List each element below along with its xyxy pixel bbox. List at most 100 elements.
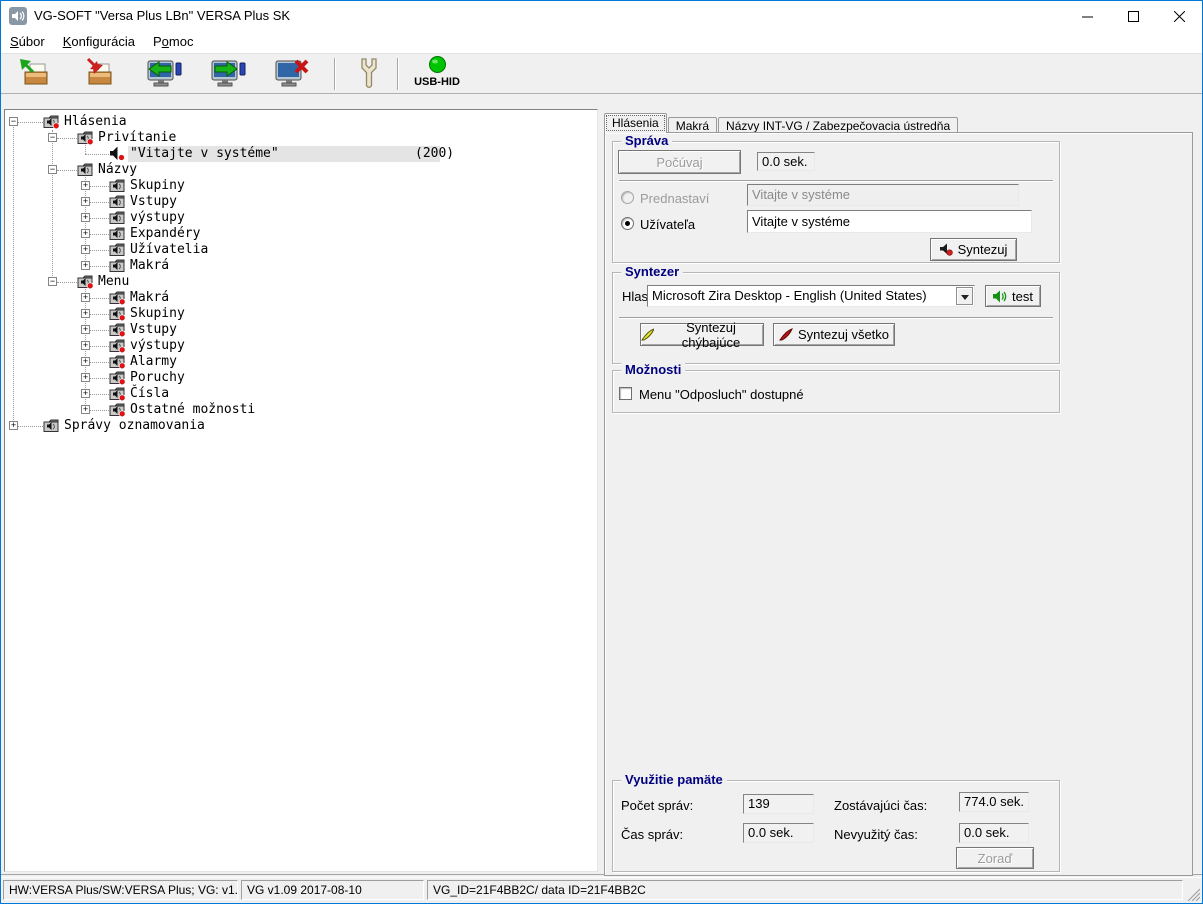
tree-item-n-zvy[interactable]: −Názvy bbox=[5, 162, 597, 178]
usb-hid-label: USB-HID bbox=[405, 76, 469, 88]
tree-connector-line bbox=[90, 266, 109, 267]
tree-item-menu[interactable]: − Menu bbox=[5, 274, 597, 290]
tree-item-priv-tanie[interactable]: −Privítanie bbox=[5, 130, 597, 146]
tree-item-label: Ostatné možnosti bbox=[130, 402, 255, 418]
tree-expand-minus[interactable]: − bbox=[48, 277, 57, 286]
tree-item-makr[interactable]: + Makrá bbox=[5, 258, 597, 274]
tree-item-label: Hlásenia bbox=[64, 114, 127, 130]
tree-expand-plus[interactable]: + bbox=[81, 357, 90, 366]
tree-item-vitajte-v-syst-me[interactable]: "Vitajte v systéme"(200) bbox=[5, 146, 597, 162]
group-syntezer-title: Syntezer bbox=[621, 265, 683, 279]
remaining-value: 774.0 sek. bbox=[959, 792, 1029, 812]
feather-yellow-icon bbox=[641, 328, 654, 341]
tree-item-skupiny[interactable]: +Skupiny bbox=[5, 306, 597, 322]
folder-speaker-red-icon bbox=[109, 370, 126, 385]
tree-item-makr[interactable]: + Makrá bbox=[5, 290, 597, 306]
tab-2[interactable]: Makrá bbox=[668, 117, 717, 133]
menu-item-súbor[interactable]: Súbor bbox=[2, 31, 53, 49]
open-file-icon[interactable] bbox=[18, 57, 52, 91]
synthesize-button[interactable]: Syntezuj bbox=[930, 238, 1017, 261]
tree-expand-plus[interactable]: + bbox=[81, 293, 90, 302]
tree-expand-plus[interactable]: + bbox=[81, 181, 90, 190]
close-button[interactable] bbox=[1156, 1, 1202, 31]
folder-speaker-red-icon bbox=[109, 402, 126, 417]
feather-red-icon bbox=[779, 328, 793, 341]
tree-item-label: Poruchy bbox=[130, 370, 185, 386]
tree-item-alarmy[interactable]: +Alarmy bbox=[5, 354, 597, 370]
folder-speaker-icon bbox=[43, 418, 60, 433]
disconnect-device-icon[interactable] bbox=[274, 57, 308, 91]
chevron-down-icon[interactable] bbox=[956, 287, 973, 305]
tree-item-label: Expandéry bbox=[130, 226, 200, 242]
menu-item-konfigurácia[interactable]: Konfigurácia bbox=[55, 31, 143, 49]
tree-expand-plus[interactable]: + bbox=[81, 197, 90, 206]
synthesize-all-button[interactable]: Syntezuj všetko bbox=[773, 323, 895, 346]
tree-connector-line bbox=[90, 362, 109, 363]
read-from-device-icon[interactable] bbox=[146, 57, 180, 91]
user-text-input[interactable] bbox=[747, 210, 1032, 233]
tree-item-v-stupy[interactable]: +výstupy bbox=[5, 338, 597, 354]
tree-expand-plus[interactable]: + bbox=[81, 309, 90, 318]
tree-item-u-vatelia[interactable]: +Užívatelia bbox=[5, 242, 597, 258]
tree-expand-plus[interactable]: + bbox=[81, 245, 90, 254]
tree-expand-plus[interactable]: + bbox=[81, 341, 90, 350]
synthesize-missing-button[interactable]: Syntezuj chýbajúce bbox=[640, 323, 764, 346]
app-speaker-icon bbox=[9, 7, 27, 25]
tree-expand-plus[interactable]: + bbox=[9, 421, 18, 430]
tree-item-hl-senia[interactable]: − Hlásenia bbox=[5, 114, 597, 130]
tab-page-hlasenia: Správa Počúvaj 0.0 sek. Prednastaví Vita… bbox=[604, 132, 1193, 876]
tree-expand-plus[interactable]: + bbox=[81, 229, 90, 238]
tree-item-sla[interactable]: +Čísla bbox=[5, 386, 597, 402]
tree-expand-plus[interactable]: + bbox=[81, 325, 90, 334]
tree-expand-plus[interactable]: + bbox=[81, 389, 90, 398]
save-file-icon[interactable] bbox=[82, 57, 116, 91]
speaker-red-icon bbox=[109, 146, 126, 161]
tree-expand-minus[interactable]: − bbox=[48, 165, 57, 174]
tree-item-spr-vy-oznamovania[interactable]: +Správy oznamovania bbox=[5, 418, 597, 434]
tree-item-label: Makrá bbox=[130, 258, 169, 274]
menu-bar: SúborKonfiguráciaPomoc bbox=[1, 31, 1202, 53]
tree-item-vstupy[interactable]: +Vstupy bbox=[5, 322, 597, 338]
preset-radio bbox=[621, 191, 634, 204]
tab-1[interactable]: Hlásenia bbox=[604, 113, 667, 133]
toolbar-separator bbox=[397, 58, 399, 90]
voice-value: Microsoft Zira Desktop - English (United… bbox=[652, 288, 927, 303]
group-sprava: Správa Počúvaj 0.0 sek. Prednastaví Vita… bbox=[612, 141, 1060, 263]
minimize-button[interactable] bbox=[1064, 1, 1110, 31]
maximize-button[interactable] bbox=[1110, 1, 1156, 31]
tree-item-label: Makrá bbox=[130, 290, 169, 306]
tree-item-v-stupy[interactable]: +výstupy bbox=[5, 210, 597, 226]
resize-grip[interactable] bbox=[1186, 887, 1200, 901]
tree-item-expand-ry[interactable]: + Expandéry bbox=[5, 226, 597, 242]
folder-speaker-icon bbox=[109, 210, 126, 225]
group-memory: Využitie pamäte Počet správ: 139 Zostáva… bbox=[612, 780, 1060, 872]
tree-expand-plus[interactable]: + bbox=[81, 261, 90, 270]
tree-connector-line bbox=[90, 202, 109, 203]
tree-expand-plus[interactable]: + bbox=[81, 405, 90, 414]
group-memory-title: Využitie pamäte bbox=[621, 773, 727, 787]
folder-speaker-icon bbox=[109, 258, 126, 273]
tree-expand-minus[interactable]: − bbox=[48, 133, 57, 142]
separator bbox=[619, 180, 1053, 182]
user-radio[interactable] bbox=[621, 217, 634, 230]
tree-item-vstupy[interactable]: + Vstupy bbox=[5, 194, 597, 210]
tree-expand-minus[interactable]: − bbox=[9, 117, 18, 126]
folder-speaker-icon bbox=[77, 162, 94, 177]
tree-item-skupiny[interactable]: +Skupiny bbox=[5, 178, 597, 194]
menu-item-pomoc[interactable]: Pomoc bbox=[145, 31, 201, 49]
tree-item-label: Vstupy bbox=[130, 194, 177, 210]
wrench-settings-icon[interactable] bbox=[352, 57, 386, 91]
tree-expand-plus[interactable]: + bbox=[81, 213, 90, 222]
folder-speaker-icon bbox=[109, 178, 126, 193]
folder-speaker-red-icon bbox=[109, 290, 126, 305]
odposluch-checkbox[interactable] bbox=[619, 387, 632, 400]
tree-expand-plus[interactable]: + bbox=[81, 373, 90, 382]
tree-item-poruchy[interactable]: + Poruchy bbox=[5, 370, 597, 386]
tree-item-ostatn-mo-nosti[interactable]: + Ostatné možnosti bbox=[5, 402, 597, 418]
voice-combobox[interactable]: Microsoft Zira Desktop - English (United… bbox=[647, 285, 975, 307]
test-voice-button[interactable]: test bbox=[985, 285, 1041, 307]
write-to-device-icon[interactable] bbox=[210, 57, 244, 91]
tree-item-label: Menu bbox=[98, 274, 129, 290]
toolbar-separator bbox=[334, 58, 336, 90]
tab-3[interactable]: Názvy INT-VG / Zabezpečovacia ústredňa bbox=[718, 117, 958, 133]
